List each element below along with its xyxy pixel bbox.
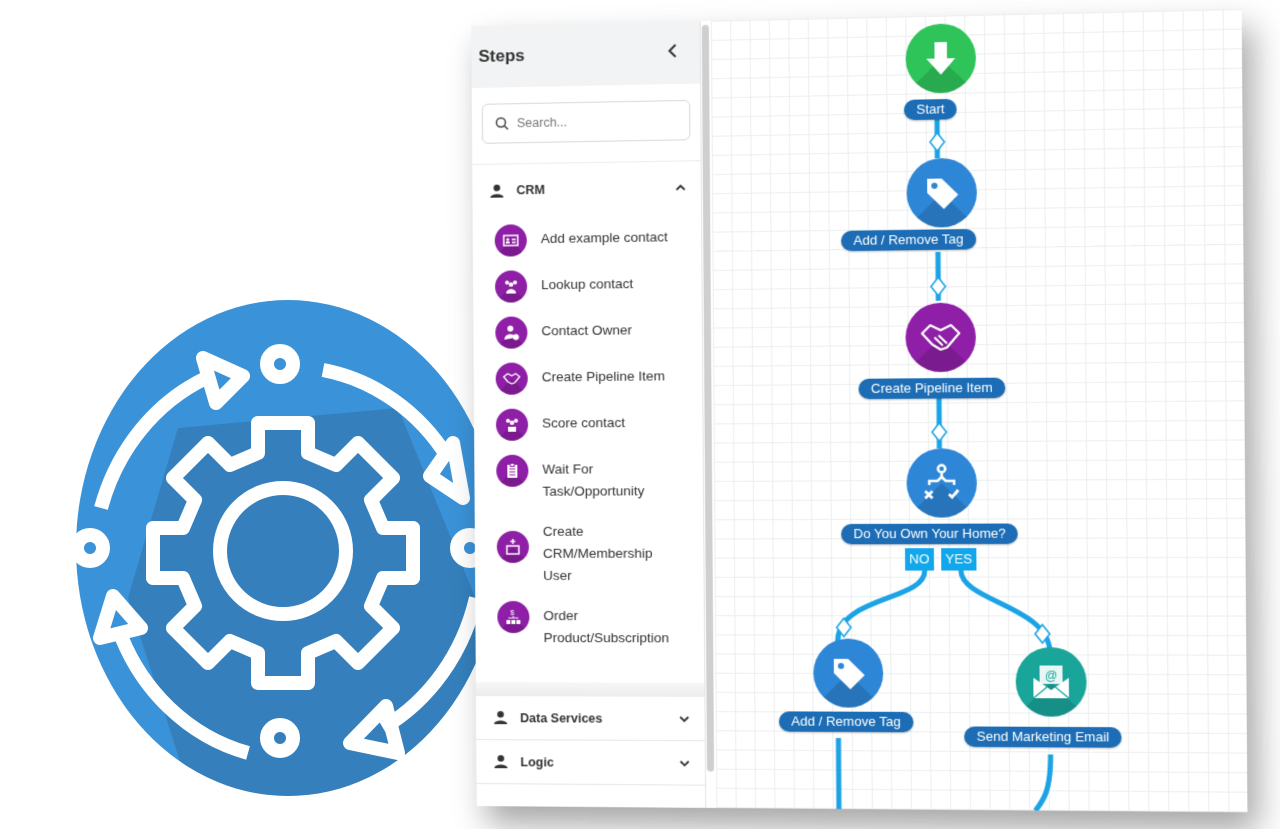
score-contact-icon bbox=[495, 408, 529, 441]
step-label: Lookup contact bbox=[541, 276, 634, 293]
gear-cycle-icon bbox=[70, 300, 500, 796]
group-header-crm[interactable]: CRM bbox=[472, 161, 701, 217]
chevron-left-icon bbox=[667, 44, 677, 58]
tag-icon bbox=[813, 638, 884, 708]
svg-text:@: @ bbox=[1045, 669, 1058, 683]
person-icon bbox=[490, 183, 503, 198]
step-label: Score contact bbox=[542, 414, 626, 431]
steps-sidebar: Steps CRM bbox=[471, 20, 707, 808]
node-label: Create Pipeline Item bbox=[858, 377, 1006, 400]
group-label: CRM bbox=[516, 182, 545, 198]
step-label: Create Pipeline Item bbox=[541, 368, 666, 385]
step-order-product-subscription[interactable]: $ Order Product/Subscription bbox=[497, 601, 704, 649]
node-label: Start bbox=[903, 98, 958, 121]
person-icon bbox=[493, 710, 507, 724]
step-wait-for-task[interactable]: Wait For Task/Opportunity bbox=[496, 454, 703, 503]
collapsed-groups: Data Services Logic bbox=[475, 682, 706, 786]
sidebar-header: Steps bbox=[471, 20, 701, 89]
step-label: Order Product/Subscription bbox=[543, 608, 670, 646]
chevron-down-icon bbox=[678, 757, 690, 769]
automation-builder-window: Steps CRM bbox=[471, 8, 1248, 813]
workflow-canvas[interactable]: Start Add / Remove Tag Create Pipeline I… bbox=[710, 8, 1248, 813]
search-icon bbox=[495, 117, 508, 130]
decision-split-icon bbox=[906, 448, 978, 518]
node-label: Add / Remove Tag bbox=[841, 228, 976, 252]
step-label: Add example contact bbox=[540, 229, 668, 247]
order-product-icon: $ bbox=[497, 601, 530, 634]
arrow-down-icon bbox=[905, 23, 977, 94]
handshake-icon bbox=[905, 302, 977, 373]
person-icon bbox=[493, 754, 507, 768]
svg-text:$: $ bbox=[510, 610, 514, 617]
step-contact-owner[interactable]: Contact Owner bbox=[495, 315, 702, 349]
connector bbox=[1035, 754, 1051, 810]
connector-diamond bbox=[932, 423, 947, 441]
collapse-sidebar-button[interactable] bbox=[667, 43, 677, 63]
handshake-icon bbox=[495, 362, 528, 395]
contact-owner-icon bbox=[495, 316, 528, 349]
search-input[interactable] bbox=[516, 113, 668, 131]
node-label: Send Marketing Email bbox=[964, 726, 1122, 748]
connector-diamond bbox=[930, 133, 945, 152]
divider bbox=[475, 682, 705, 697]
connector-diamond bbox=[931, 277, 946, 295]
connector bbox=[838, 738, 839, 809]
node-label: Do You Own Your Home? bbox=[841, 523, 1019, 545]
automation-logo bbox=[68, 298, 508, 798]
group-header-data-services[interactable]: Data Services bbox=[475, 696, 705, 742]
group-label: Data Services bbox=[520, 710, 603, 726]
sidebar-title: Steps bbox=[478, 45, 525, 66]
crm-step-list: Add example contact Lookup contact Conta… bbox=[473, 214, 704, 650]
step-lookup-contact[interactable]: Lookup contact bbox=[494, 268, 702, 303]
chevron-down-icon bbox=[678, 712, 690, 724]
contact-group-icon bbox=[494, 270, 528, 303]
connector-lines bbox=[711, 9, 1248, 812]
connector-no bbox=[837, 571, 925, 642]
clipboard-checklist-icon bbox=[496, 454, 529, 487]
branch-no[interactable]: NO bbox=[904, 548, 934, 571]
step-add-example-contact[interactable]: Add example contact bbox=[494, 222, 702, 257]
add-user-card-icon bbox=[496, 530, 530, 563]
step-score-contact[interactable]: Score contact bbox=[495, 407, 703, 441]
chevron-up-icon bbox=[674, 182, 686, 194]
node-label: Add / Remove Tag bbox=[778, 711, 914, 733]
tag-icon bbox=[906, 157, 978, 228]
step-create-pipeline-item[interactable]: Create Pipeline Item bbox=[495, 361, 703, 395]
group-label: Logic bbox=[520, 754, 554, 770]
step-label: Contact Owner bbox=[541, 322, 633, 339]
step-label: Wait For Task/Opportunity bbox=[542, 461, 645, 499]
step-create-crm-membership-user[interactable]: Create CRM/Membership User bbox=[496, 516, 704, 587]
email-open-icon: @ bbox=[1015, 647, 1087, 717]
group-header-logic[interactable]: Logic bbox=[476, 740, 706, 786]
step-label: Create CRM/Membership User bbox=[542, 523, 653, 583]
connector-yes bbox=[961, 570, 1050, 652]
search-field[interactable] bbox=[481, 99, 691, 144]
contact-card-icon bbox=[494, 224, 527, 257]
branch-yes[interactable]: YES bbox=[941, 548, 977, 571]
